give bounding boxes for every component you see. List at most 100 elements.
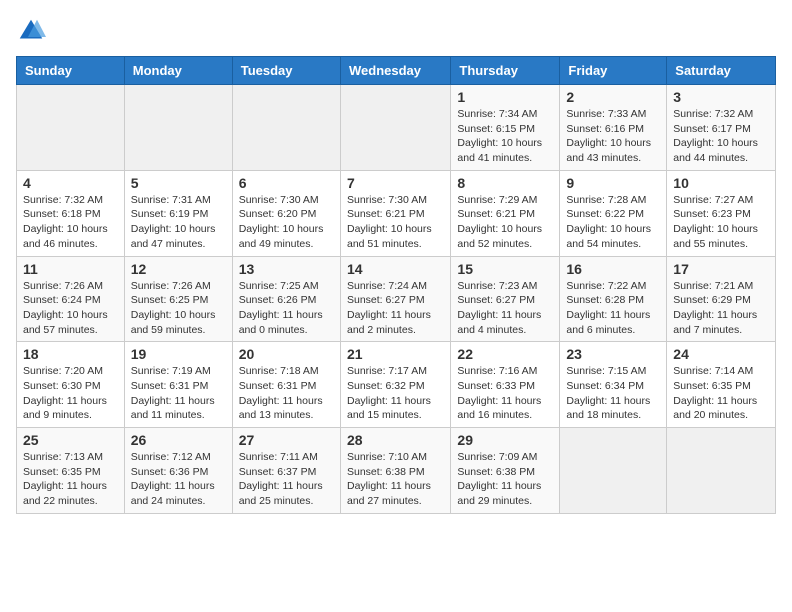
day-number: 17 (673, 261, 769, 277)
day-cell: 2 Sunrise: 7:33 AM Sunset: 6:16 PM Daylig… (560, 85, 667, 171)
day-info: Sunrise: 7:32 AM Sunset: 6:17 PM Dayligh… (673, 107, 769, 166)
header-day-wednesday: Wednesday (340, 57, 450, 85)
day-cell: 3 Sunrise: 7:32 AM Sunset: 6:17 PM Daylig… (667, 85, 776, 171)
day-number: 21 (347, 346, 444, 362)
day-cell: 17 Sunrise: 7:21 AM Sunset: 6:29 PM Dayli… (667, 256, 776, 342)
week-row-5: 25 Sunrise: 7:13 AM Sunset: 6:35 PM Dayli… (17, 428, 776, 514)
day-cell: 16Sunrise: 7:22 AM Sunset: 6:28 PM Dayli… (560, 256, 667, 342)
day-cell: 28 Sunrise: 7:10 AM Sunset: 6:38 PM Dayli… (340, 428, 450, 514)
day-number: 25 (23, 432, 118, 448)
day-info: Sunrise: 7:28 AM Sunset: 6:22 PM Dayligh… (566, 193, 660, 252)
day-info: Sunrise: 7:30 AM Sunset: 6:21 PM Dayligh… (347, 193, 444, 252)
header-day-friday: Friday (560, 57, 667, 85)
day-cell: 1 Sunrise: 7:34 AM Sunset: 6:15 PM Daylig… (451, 85, 560, 171)
week-row-4: 18 Sunrise: 7:20 AM Sunset: 6:30 PM Dayli… (17, 342, 776, 428)
day-number: 22 (457, 346, 553, 362)
day-number: 16 (566, 261, 660, 277)
day-info: Sunrise: 7:19 AM Sunset: 6:31 PM Dayligh… (131, 364, 226, 423)
day-number: 29 (457, 432, 553, 448)
day-info: Sunrise: 7:27 AM Sunset: 6:23 PM Dayligh… (673, 193, 769, 252)
day-info: Sunrise: 7:17 AM Sunset: 6:32 PM Dayligh… (347, 364, 444, 423)
day-cell: 15 Sunrise: 7:23 AM Sunset: 6:27 PM Dayli… (451, 256, 560, 342)
day-info: Sunrise: 7:15 AM Sunset: 6:34 PM Dayligh… (566, 364, 660, 423)
day-info: Sunrise: 7:29 AM Sunset: 6:21 PM Dayligh… (457, 193, 553, 252)
day-number: 27 (239, 432, 334, 448)
day-cell: 14 Sunrise: 7:24 AM Sunset: 6:27 PM Dayli… (340, 256, 450, 342)
day-cell: 9 Sunrise: 7:28 AM Sunset: 6:22 PM Daylig… (560, 170, 667, 256)
day-info: Sunrise: 7:25 AM Sunset: 6:26 PM Dayligh… (239, 279, 334, 338)
day-number: 18 (23, 346, 118, 362)
day-number: 15 (457, 261, 553, 277)
day-cell (17, 85, 125, 171)
day-number: 4 (23, 175, 118, 191)
day-cell: 10 Sunrise: 7:27 AM Sunset: 6:23 PM Dayli… (667, 170, 776, 256)
day-info: Sunrise: 7:12 AM Sunset: 6:36 PM Dayligh… (131, 450, 226, 509)
week-row-3: 11Sunrise: 7:26 AM Sunset: 6:24 PM Dayli… (17, 256, 776, 342)
day-cell: 23 Sunrise: 7:15 AM Sunset: 6:34 PM Dayli… (560, 342, 667, 428)
day-cell: 13 Sunrise: 7:25 AM Sunset: 6:26 PM Dayli… (232, 256, 340, 342)
day-cell: 6 Sunrise: 7:30 AM Sunset: 6:20 PM Daylig… (232, 170, 340, 256)
day-cell: 11Sunrise: 7:26 AM Sunset: 6:24 PM Dayli… (17, 256, 125, 342)
day-info: Sunrise: 7:32 AM Sunset: 6:18 PM Dayligh… (23, 193, 118, 252)
header-day-tuesday: Tuesday (232, 57, 340, 85)
header-day-sunday: Sunday (17, 57, 125, 85)
day-info: Sunrise: 7:16 AM Sunset: 6:33 PM Dayligh… (457, 364, 553, 423)
day-number: 3 (673, 89, 769, 105)
day-info: Sunrise: 7:10 AM Sunset: 6:38 PM Dayligh… (347, 450, 444, 509)
day-number: 10 (673, 175, 769, 191)
calendar-header: SundayMondayTuesdayWednesdayThursdayFrid… (17, 57, 776, 85)
day-number: 8 (457, 175, 553, 191)
day-number: 14 (347, 261, 444, 277)
day-number: 2 (566, 89, 660, 105)
week-row-1: 1 Sunrise: 7:34 AM Sunset: 6:15 PM Daylig… (17, 85, 776, 171)
day-info: Sunrise: 7:34 AM Sunset: 6:15 PM Dayligh… (457, 107, 553, 166)
day-info: Sunrise: 7:13 AM Sunset: 6:35 PM Dayligh… (23, 450, 118, 509)
day-cell: 21 Sunrise: 7:17 AM Sunset: 6:32 PM Dayli… (340, 342, 450, 428)
day-number: 7 (347, 175, 444, 191)
day-number: 13 (239, 261, 334, 277)
day-info: Sunrise: 7:24 AM Sunset: 6:27 PM Dayligh… (347, 279, 444, 338)
day-info: Sunrise: 7:14 AM Sunset: 6:35 PM Dayligh… (673, 364, 769, 423)
day-cell (232, 85, 340, 171)
day-number: 1 (457, 89, 553, 105)
day-cell: 8 Sunrise: 7:29 AM Sunset: 6:21 PM Daylig… (451, 170, 560, 256)
day-info: Sunrise: 7:21 AM Sunset: 6:29 PM Dayligh… (673, 279, 769, 338)
day-number: 9 (566, 175, 660, 191)
day-cell (124, 85, 232, 171)
logo (16, 16, 50, 46)
day-cell: 26Sunrise: 7:12 AM Sunset: 6:36 PM Dayli… (124, 428, 232, 514)
day-cell: 4 Sunrise: 7:32 AM Sunset: 6:18 PM Daylig… (17, 170, 125, 256)
day-cell: 24 Sunrise: 7:14 AM Sunset: 6:35 PM Dayli… (667, 342, 776, 428)
day-number: 12 (131, 261, 226, 277)
header-day-saturday: Saturday (667, 57, 776, 85)
day-number: 23 (566, 346, 660, 362)
day-info: Sunrise: 7:20 AM Sunset: 6:30 PM Dayligh… (23, 364, 118, 423)
day-number: 24 (673, 346, 769, 362)
day-info: Sunrise: 7:23 AM Sunset: 6:27 PM Dayligh… (457, 279, 553, 338)
day-cell: 22 Sunrise: 7:16 AM Sunset: 6:33 PM Dayli… (451, 342, 560, 428)
calendar-table: SundayMondayTuesdayWednesdayThursdayFrid… (16, 56, 776, 514)
day-cell: 29 Sunrise: 7:09 AM Sunset: 6:38 PM Dayli… (451, 428, 560, 514)
day-number: 6 (239, 175, 334, 191)
day-cell: 12 Sunrise: 7:26 AM Sunset: 6:25 PM Dayli… (124, 256, 232, 342)
day-cell: 19 Sunrise: 7:19 AM Sunset: 6:31 PM Dayli… (124, 342, 232, 428)
day-info: Sunrise: 7:30 AM Sunset: 6:20 PM Dayligh… (239, 193, 334, 252)
day-info: Sunrise: 7:31 AM Sunset: 6:19 PM Dayligh… (131, 193, 226, 252)
day-cell: 20 Sunrise: 7:18 AM Sunset: 6:31 PM Dayli… (232, 342, 340, 428)
day-info: Sunrise: 7:11 AM Sunset: 6:37 PM Dayligh… (239, 450, 334, 509)
day-cell: 27 Sunrise: 7:11 AM Sunset: 6:37 PM Dayli… (232, 428, 340, 514)
day-number: 20 (239, 346, 334, 362)
day-info: Sunrise: 7:18 AM Sunset: 6:31 PM Dayligh… (239, 364, 334, 423)
day-cell: 5Sunrise: 7:31 AM Sunset: 6:19 PM Daylig… (124, 170, 232, 256)
day-cell: 18 Sunrise: 7:20 AM Sunset: 6:30 PM Dayli… (17, 342, 125, 428)
day-info: Sunrise: 7:26 AM Sunset: 6:25 PM Dayligh… (131, 279, 226, 338)
day-number: 28 (347, 432, 444, 448)
header-row: SundayMondayTuesdayWednesdayThursdayFrid… (17, 57, 776, 85)
day-info: Sunrise: 7:09 AM Sunset: 6:38 PM Dayligh… (457, 450, 553, 509)
logo-icon (16, 16, 46, 46)
calendar-body: 1 Sunrise: 7:34 AM Sunset: 6:15 PM Daylig… (17, 85, 776, 514)
header-day-monday: Monday (124, 57, 232, 85)
day-number: 19 (131, 346, 226, 362)
day-cell: 7 Sunrise: 7:30 AM Sunset: 6:21 PM Daylig… (340, 170, 450, 256)
day-info: Sunrise: 7:33 AM Sunset: 6:16 PM Dayligh… (566, 107, 660, 166)
